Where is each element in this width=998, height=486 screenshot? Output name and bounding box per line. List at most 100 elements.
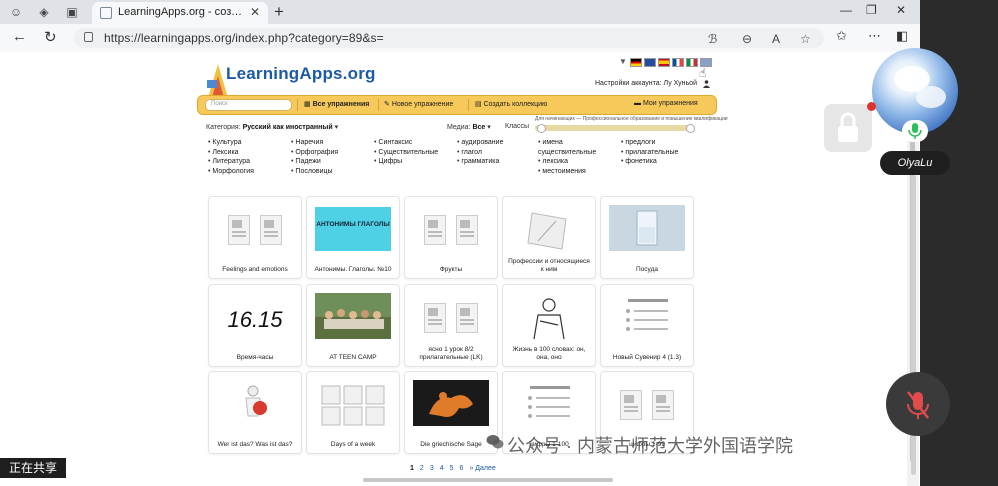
my-exercises-label: Мои упражнения bbox=[642, 100, 698, 107]
immersive-reader-icon[interactable]: A bbox=[772, 32, 780, 46]
mic-on-icon[interactable] bbox=[902, 120, 928, 142]
user-icon[interactable] bbox=[703, 80, 710, 88]
page-content: LearningApps.org ▼ ☝ Настройки аккаунта:… bbox=[0, 52, 920, 486]
read-aloud-icon[interactable]: ℬ bbox=[708, 32, 717, 46]
chevron-down-icon: ▾ bbox=[487, 124, 491, 131]
reload-icon[interactable]: ↻ bbox=[44, 28, 57, 46]
page-link[interactable]: 2 bbox=[420, 465, 424, 472]
category-link[interactable]: Падежи bbox=[291, 157, 338, 167]
restore-icon[interactable]: ❐ bbox=[866, 3, 877, 17]
exercise-card[interactable]: Days of a week bbox=[306, 371, 400, 454]
new-exercise-link[interactable]: ✎ Новое упражнение bbox=[384, 100, 453, 108]
category-link[interactable]: аудирование bbox=[457, 138, 503, 148]
exercise-card[interactable]: 16.15 Время-часы bbox=[208, 284, 302, 367]
page-link[interactable]: 5 bbox=[450, 465, 454, 472]
category-link[interactable]: Пословицы bbox=[291, 167, 338, 177]
mic-off-icon bbox=[907, 391, 929, 419]
flag-de-icon[interactable] bbox=[630, 58, 642, 67]
watermark-text: 公众号 · 内蒙古师范大学外国语学院 bbox=[507, 436, 793, 456]
search-placeholder: Поиск bbox=[211, 101, 228, 107]
range-max-handle[interactable] bbox=[686, 124, 695, 133]
category-link[interactable]: лексика bbox=[538, 157, 618, 167]
nav-divider bbox=[468, 99, 469, 111]
exercise-card[interactable]: Die griechische Sage bbox=[404, 371, 498, 454]
address-bar[interactable]: https://learningapps.org/index.php?categ… bbox=[74, 28, 824, 48]
next-page-link[interactable]: » Далее bbox=[469, 465, 495, 472]
category-link[interactable]: грамматика bbox=[457, 157, 503, 167]
flag-es-icon[interactable] bbox=[658, 58, 670, 67]
address-url: https://learningapps.org/index.php?categ… bbox=[104, 31, 384, 45]
mute-button[interactable] bbox=[886, 372, 950, 436]
exercise-card[interactable]: Wer ist das? Was ist das? bbox=[208, 371, 302, 454]
exercise-title: AT TEEN CAMP bbox=[329, 353, 377, 361]
docs-thumbnail bbox=[220, 207, 290, 254]
sidebar-icon[interactable]: ◧ bbox=[896, 28, 908, 44]
exercise-card[interactable]: ясно 1 урок 8/2 прилагательные (LK) bbox=[404, 284, 498, 367]
exercise-card[interactable]: АНТОНИМЫ ГЛАГОЛЫ Антонимы. Глаголы. №10 bbox=[306, 196, 400, 279]
account-settings-link[interactable]: Настройки аккаунта: Лу Хуньой bbox=[595, 80, 697, 87]
docs-thumbnail bbox=[416, 207, 486, 254]
range-min-handle[interactable] bbox=[537, 124, 546, 133]
horizontal-scrollbar[interactable] bbox=[363, 478, 613, 482]
lock-widget[interactable] bbox=[824, 104, 872, 152]
all-exercises-link[interactable]: ▦ Все упражнения bbox=[304, 100, 369, 108]
nav-divider bbox=[378, 99, 379, 111]
exercise-card[interactable]: Feelings and emotions bbox=[208, 196, 302, 279]
media-filter[interactable]: Медиа: Все ▾ bbox=[447, 123, 491, 131]
classes-range-text: Для начинающих — Профессиональное образо… bbox=[535, 116, 728, 122]
page-link[interactable]: 3 bbox=[430, 465, 434, 472]
page-link[interactable]: 6 bbox=[460, 465, 464, 472]
exercise-card[interactable]: Жизнь в 100 словах: он, она, оно bbox=[502, 284, 596, 367]
category-link[interactable]: Существительные bbox=[374, 148, 438, 158]
category-filter[interactable]: Категория: Русский как иностранный ▾ bbox=[206, 123, 338, 131]
exercise-title: Wer ist das? Was ist das? bbox=[217, 440, 293, 448]
page-link[interactable]: 4 bbox=[440, 465, 444, 472]
minimize-icon[interactable]: — bbox=[840, 3, 852, 17]
category-link[interactable]: Литература bbox=[208, 157, 254, 167]
flag-en-icon[interactable] bbox=[644, 58, 656, 67]
workspaces-icon[interactable]: ◈ bbox=[36, 4, 52, 20]
category-link[interactable]: фонетика bbox=[621, 157, 678, 167]
exercise-card[interactable]: Посуда bbox=[600, 196, 694, 279]
pagination: 1 2 3 4 5 6 » Далее bbox=[410, 465, 502, 472]
lock-icon bbox=[838, 112, 858, 142]
more-icon[interactable]: ⋯ bbox=[868, 28, 881, 44]
tab-actions-icon[interactable]: ▣ bbox=[64, 4, 80, 20]
favorites-icon[interactable]: ✩ bbox=[836, 28, 847, 44]
create-collection-link[interactable]: ▤ Создать коллекцию bbox=[475, 100, 547, 108]
category-link[interactable]: Культура bbox=[208, 138, 254, 148]
category-link[interactable]: Морфология bbox=[208, 167, 254, 177]
category-link[interactable]: прилагательные bbox=[621, 148, 678, 158]
my-exercises-link[interactable]: ▬ Мои упражнения bbox=[634, 100, 698, 107]
category-link[interactable]: Синтаксис bbox=[374, 138, 438, 148]
profile-icon[interactable]: ☺ bbox=[8, 4, 24, 20]
category-link[interactable]: имена существительные bbox=[538, 138, 618, 157]
exercise-card[interactable]: AT TEEN CAMP bbox=[306, 284, 400, 367]
back-icon[interactable]: ← bbox=[12, 28, 27, 45]
flag-fr-icon[interactable] bbox=[672, 58, 684, 67]
document-icon bbox=[424, 215, 446, 245]
window-close-icon[interactable]: ✕ bbox=[896, 3, 906, 17]
browser-tab[interactable]: LearningApps.org - создание мул ✕ bbox=[92, 2, 268, 24]
favorite-star-icon[interactable]: ☆ bbox=[800, 32, 811, 46]
exercise-card[interactable]: Фрукты bbox=[404, 196, 498, 279]
language-caret-icon[interactable]: ▼ bbox=[619, 57, 627, 66]
exercise-card[interactable]: Профессии и относящиеся к ним bbox=[502, 196, 596, 279]
category-link[interactable]: Наречия bbox=[291, 138, 338, 148]
flag-it-icon[interactable] bbox=[686, 58, 698, 67]
category-link[interactable]: Лексика bbox=[208, 148, 254, 158]
exercise-card[interactable]: Новый Сувенир 4 (1.3) bbox=[600, 284, 694, 367]
site-logo[interactable]: LearningApps.org bbox=[226, 64, 376, 84]
category-link[interactable]: местоимения bbox=[538, 167, 618, 177]
participant-name: OlyaLu bbox=[880, 151, 950, 175]
page-link[interactable]: 1 bbox=[410, 465, 414, 472]
tab-close-icon[interactable]: ✕ bbox=[250, 5, 260, 19]
classes-range-slider[interactable] bbox=[535, 125, 695, 131]
search-input[interactable]: Поиск bbox=[205, 99, 292, 111]
category-link[interactable]: предлоги bbox=[621, 138, 678, 148]
category-link[interactable]: Цифры bbox=[374, 157, 438, 167]
category-link[interactable]: глагол bbox=[457, 148, 503, 158]
new-tab-button[interactable]: + bbox=[274, 2, 284, 22]
zoom-icon[interactable]: ⊖ bbox=[742, 32, 752, 46]
category-link[interactable]: Орфография bbox=[291, 148, 338, 158]
